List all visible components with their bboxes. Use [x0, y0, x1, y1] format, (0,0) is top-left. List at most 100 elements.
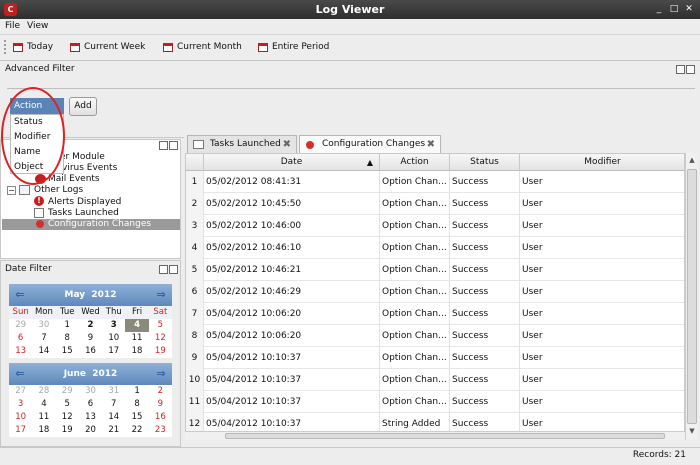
- table-row[interactable]: 8 05/04/2012 10:06:20 Option Chan... Succes…: [186, 325, 684, 347]
- calendar-day[interactable]: 14: [102, 411, 125, 424]
- next-month-icon[interactable]: ⇒: [155, 368, 167, 380]
- menu-view[interactable]: View: [27, 21, 48, 31]
- calendar-day[interactable]: 12: [56, 411, 79, 424]
- calendar-day[interactable]: 11: [32, 411, 55, 424]
- minimize-icon[interactable]: _: [652, 3, 666, 16]
- table-row[interactable]: 6 05/02/2012 10:46:29 Option Chan... Succes…: [186, 281, 684, 303]
- vertical-scrollbar[interactable]: ▲ ▼: [685, 153, 697, 440]
- calendar-day[interactable]: 3: [9, 398, 32, 411]
- calendar-day[interactable]: 14: [32, 345, 55, 358]
- panel-controls[interactable]: [158, 141, 180, 151]
- calendar-day[interactable]: 21: [102, 424, 125, 437]
- calendar-day[interactable]: 19: [56, 424, 79, 437]
- calendar-day[interactable]: 17: [102, 345, 125, 358]
- calendar-day[interactable]: 9: [79, 332, 102, 345]
- table-row[interactable]: 11 05/04/2012 10:10:37 Option Chan... Succe…: [186, 391, 684, 413]
- table-row[interactable]: 9 05/04/2012 10:10:37 Option Chan... Succes…: [186, 347, 684, 369]
- collapse-icon[interactable]: −: [7, 186, 16, 195]
- calendar-day[interactable]: 1: [125, 385, 148, 398]
- calendar-day[interactable]: 15: [125, 411, 148, 424]
- horizontal-scrollbar[interactable]: [185, 431, 685, 440]
- calendar-day[interactable]: 2: [149, 385, 172, 398]
- calendar-day[interactable]: 19: [149, 345, 172, 358]
- tab-configuration-changes[interactable]: Configuration Changes ✖: [299, 135, 441, 153]
- restore-icon[interactable]: [159, 265, 168, 274]
- table-row[interactable]: 4 05/02/2012 10:46:10 Option Chan... Succes…: [186, 237, 684, 259]
- calendar-day[interactable]: 10: [102, 332, 125, 345]
- next-month-icon[interactable]: ⇒: [155, 289, 167, 301]
- calendar-day[interactable]: 12: [149, 332, 172, 345]
- calendar-day[interactable]: 9: [149, 398, 172, 411]
- menu-file[interactable]: File: [5, 21, 20, 31]
- calendar-day[interactable]: 18: [32, 424, 55, 437]
- scroll-up-icon[interactable]: ▲: [687, 156, 697, 166]
- tree-item[interactable]: Alerts Displayed: [48, 197, 121, 207]
- calendar-day-selected[interactable]: 4: [125, 319, 149, 332]
- calendar-day[interactable]: 16: [79, 345, 102, 358]
- column-header-date[interactable]: Date ▲: [204, 154, 380, 171]
- tree-item[interactable]: virus Events: [62, 163, 117, 173]
- add-filter-button[interactable]: Add: [69, 97, 97, 116]
- table-row[interactable]: 5 05/02/2012 10:46:21 Option Chan... Succes…: [186, 259, 684, 281]
- calendar-day[interactable]: 2: [79, 319, 102, 332]
- close-icon[interactable]: ✕: [682, 3, 696, 16]
- tree-item[interactable]: er Module: [60, 152, 105, 162]
- entire-period-button[interactable]: Entire Period: [258, 40, 329, 55]
- calendar-day[interactable]: 3: [102, 319, 125, 332]
- scroll-thumb[interactable]: [687, 169, 697, 424]
- close-icon[interactable]: [169, 265, 178, 274]
- column-header-action[interactable]: Action: [380, 154, 450, 171]
- table-row[interactable]: 10 05/04/2012 10:10:37 Option Chan... Succe…: [186, 369, 684, 391]
- calendar-day[interactable]: 11: [125, 332, 148, 345]
- calendar-day[interactable]: 22: [125, 424, 148, 437]
- calendar-day[interactable]: 1: [56, 319, 79, 332]
- calendar-day[interactable]: 4: [32, 398, 55, 411]
- calendar-day[interactable]: 28: [32, 385, 55, 398]
- tree-item[interactable]: Tasks Launched: [48, 208, 119, 218]
- calendar-day[interactable]: 13: [9, 345, 32, 358]
- column-header-modifier[interactable]: Modifier: [520, 154, 684, 171]
- calendar-day[interactable]: 5: [149, 319, 172, 332]
- calendar-day[interactable]: 30: [79, 385, 102, 398]
- scroll-down-icon[interactable]: ▼: [687, 427, 697, 437]
- table-row[interactable]: 1 05/02/2012 08:41:31 Option Chan... Succes…: [186, 171, 684, 193]
- panel-controls[interactable]: [158, 265, 180, 275]
- restore-icon[interactable]: [159, 141, 168, 150]
- restore-icon[interactable]: [676, 65, 685, 74]
- calendar-day[interactable]: 6: [9, 332, 32, 345]
- calendar-day[interactable]: 8: [125, 398, 148, 411]
- calendar-day[interactable]: 8: [56, 332, 79, 345]
- calendar-day[interactable]: 17: [9, 424, 32, 437]
- panel-controls[interactable]: [675, 65, 697, 75]
- table-row[interactable]: 2 05/02/2012 10:45:50 Option Chan... Succes…: [186, 193, 684, 215]
- calendar-day[interactable]: 6: [79, 398, 102, 411]
- calendar-day[interactable]: 31: [102, 385, 125, 398]
- calendar-day[interactable]: 10: [9, 411, 32, 424]
- calendar-day[interactable]: 20: [79, 424, 102, 437]
- calendar-day[interactable]: 16: [149, 411, 172, 424]
- close-icon[interactable]: [169, 141, 178, 150]
- calendar-day[interactable]: 29: [9, 319, 32, 332]
- calendar-day[interactable]: 18: [125, 345, 148, 358]
- current-month-button[interactable]: Current Month: [163, 40, 242, 55]
- tree-item-selected[interactable]: Configuration Changes: [48, 219, 151, 229]
- maximize-icon[interactable]: □: [667, 3, 681, 16]
- tree-item[interactable]: Mail Events: [48, 174, 100, 184]
- today-button[interactable]: Today: [13, 40, 53, 55]
- current-week-button[interactable]: Current Week: [70, 40, 145, 55]
- calendar-day[interactable]: 27: [9, 385, 32, 398]
- column-header[interactable]: [186, 154, 204, 171]
- calendar-day[interactable]: 23: [149, 424, 172, 437]
- close-tab-icon[interactable]: ✖: [427, 136, 435, 153]
- table-row[interactable]: 3 05/02/2012 10:46:00 Option Chan... Succes…: [186, 215, 684, 237]
- calendar-day[interactable]: 7: [102, 398, 125, 411]
- tab-tasks-launched[interactable]: Tasks Launched ✖: [187, 135, 297, 153]
- close-icon[interactable]: [686, 65, 695, 74]
- calendar-day[interactable]: 5: [56, 398, 79, 411]
- calendar-day[interactable]: 30: [32, 319, 55, 332]
- calendar-day[interactable]: 15: [56, 345, 79, 358]
- tree-item[interactable]: Other Logs: [34, 185, 83, 195]
- table-row[interactable]: 7 05/04/2012 10:06:20 Option Chan... Succes…: [186, 303, 684, 325]
- close-tab-icon[interactable]: ✖: [283, 136, 291, 153]
- scroll-thumb[interactable]: [225, 433, 665, 439]
